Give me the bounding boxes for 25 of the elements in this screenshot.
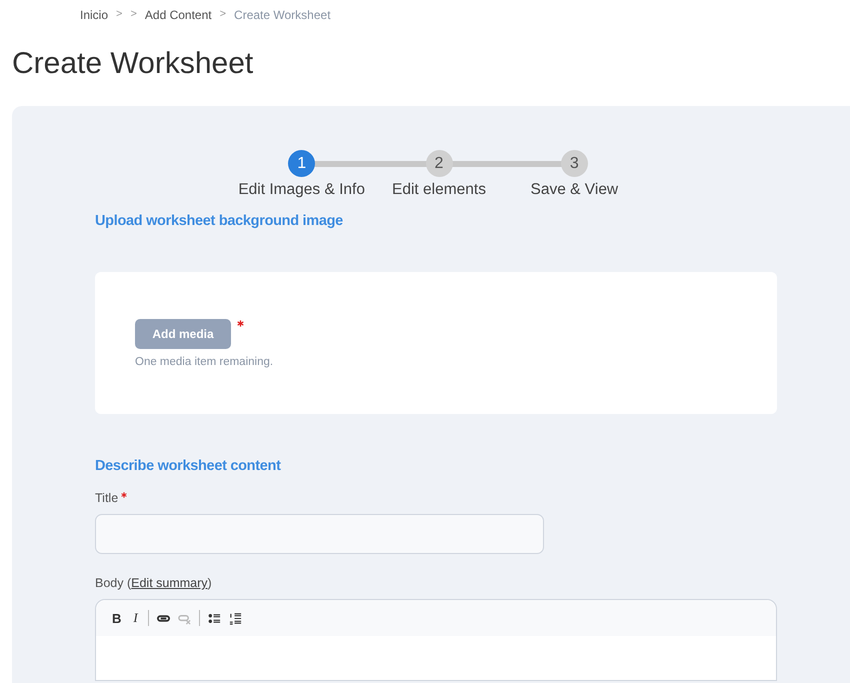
step-label: Edit Images & Info <box>238 181 365 199</box>
breadcrumb-current: Create Worksheet <box>234 8 331 22</box>
step-label: Save & View <box>530 181 618 199</box>
body-editor[interactable]: B I <box>95 599 777 681</box>
section-heading: Upload worksheet background image <box>95 213 344 229</box>
field-label: Body (Edit summary) <box>95 576 213 590</box>
edit-summary-link[interactable]: Edit summary <box>131 576 208 590</box>
breadcrumb-separator: > <box>130 8 137 22</box>
hint-text: One media item remaining. <box>135 356 274 368</box>
numbered-list-icon[interactable] <box>228 612 242 624</box>
italic-button[interactable]: I <box>131 610 140 626</box>
page-title: Create Worksheet <box>12 46 254 82</box>
breadcrumb-link[interactable]: Inicio <box>80 8 108 22</box>
title-input[interactable] <box>95 514 544 554</box>
bold-button[interactable]: B <box>110 610 124 626</box>
breadcrumb-separator: > <box>116 8 122 22</box>
step-label: Edit elements <box>392 181 486 199</box>
section-heading: Describe worksheet content <box>95 458 282 474</box>
step-number[interactable]: 1 <box>288 150 316 177</box>
step-number[interactable]: 3 <box>560 150 588 177</box>
field-label: Title <box>95 491 118 505</box>
step-number[interactable]: 2 <box>426 150 452 177</box>
breadcrumb-link[interactable]: Add Content <box>144 8 212 22</box>
bullet-list-icon[interactable] <box>208 612 221 624</box>
breadcrumb-separator: > <box>220 8 226 22</box>
